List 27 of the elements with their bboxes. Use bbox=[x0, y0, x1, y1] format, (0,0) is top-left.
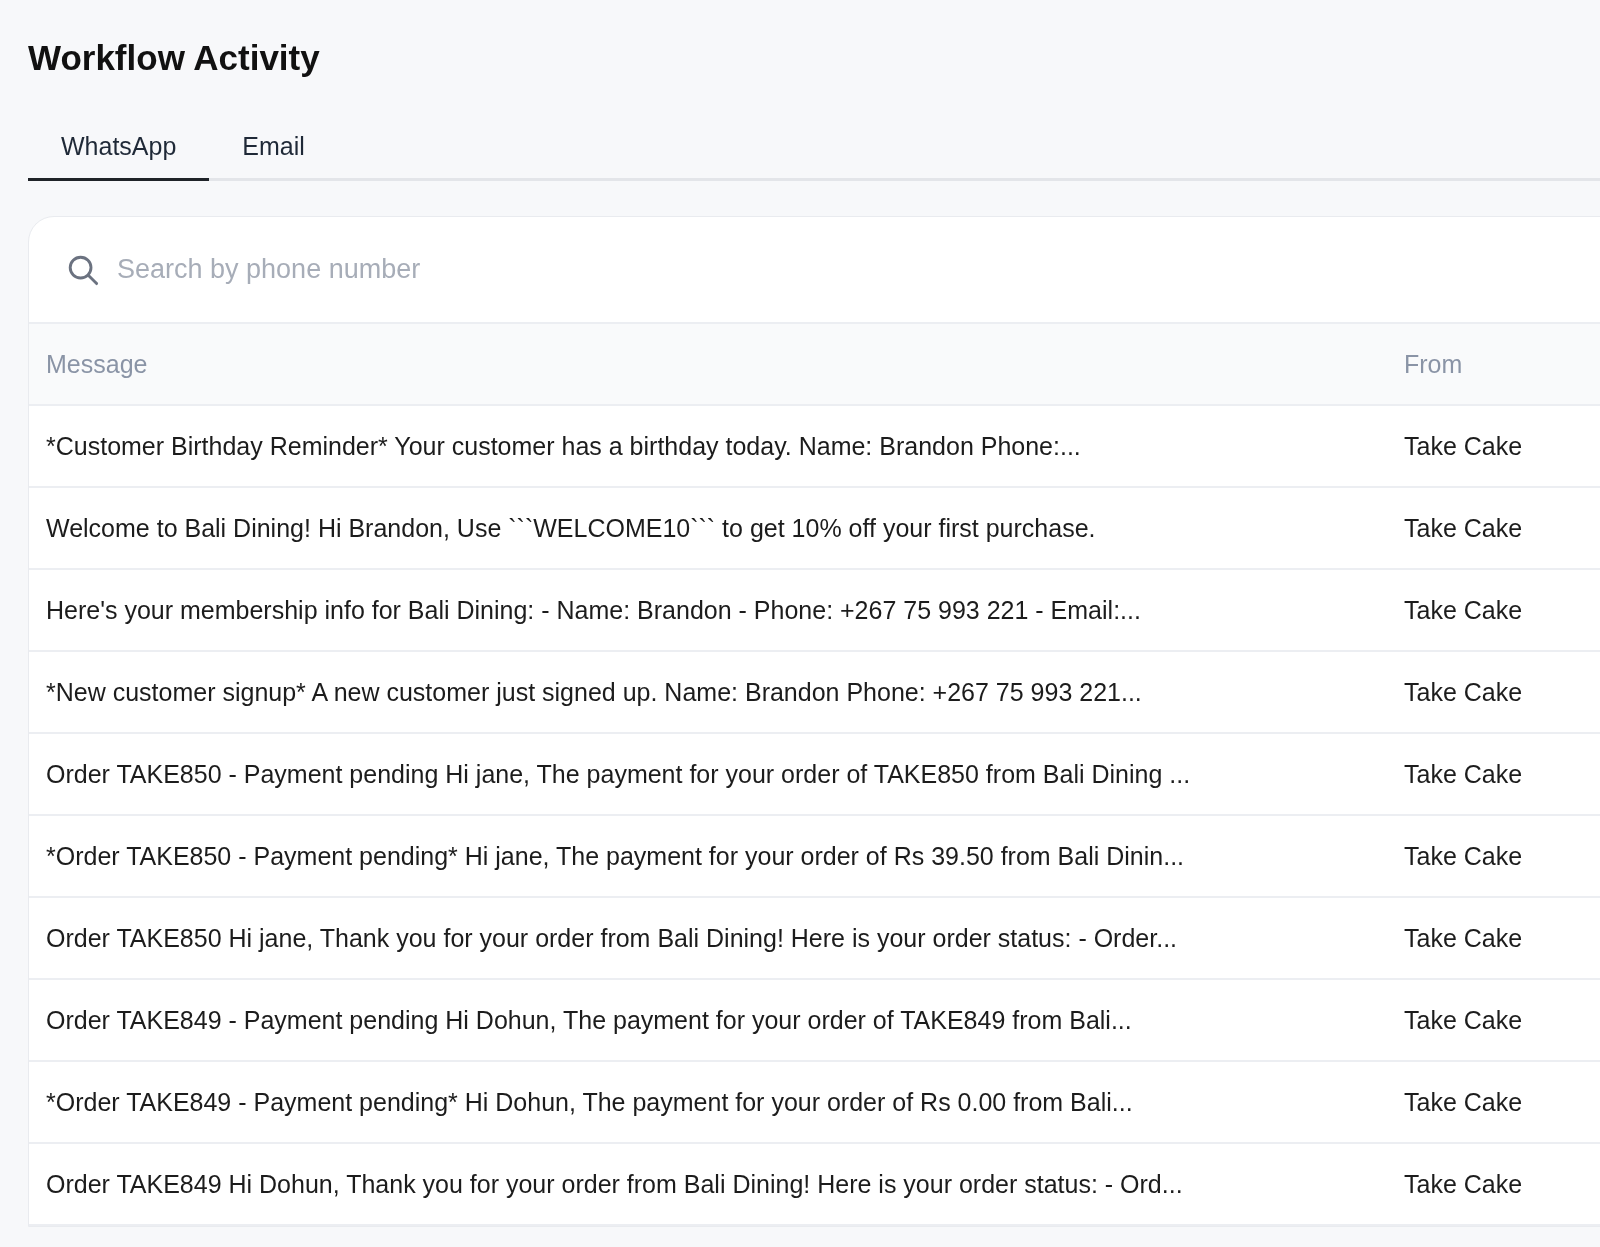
sender-cell: Take Cake bbox=[1404, 677, 1523, 707]
message-cell-text: *Customer Birthday Reminder* Your customer has a birthday today. Name: Brandon Phone:... bbox=[45, 431, 1082, 461]
message-cell-text: Order TAKE849 Hi Dohun, Thank you for your order from Bali Dining! Here is your order status: - Ord... bbox=[45, 1169, 1184, 1199]
sender-cell: Take Cake bbox=[1404, 1087, 1523, 1117]
message-cell-text: *New customer signup* A new customer just signed up. Name: Brandon Phone: +267 75 993 221... bbox=[45, 677, 1143, 707]
sender-cell: Take Cake bbox=[1404, 1005, 1523, 1035]
tab[interactable]: Email bbox=[209, 122, 338, 181]
sender-cell: Take Cake bbox=[1404, 431, 1523, 461]
search-field[interactable]: Search by phone number bbox=[67, 253, 767, 286]
sender-cell: Take Cake bbox=[1404, 923, 1523, 953]
tab[interactable]: WhatsApp bbox=[28, 122, 210, 181]
page-title: Workflow Activity bbox=[28, 37, 321, 79]
sender-cell: Take Cake bbox=[1404, 595, 1523, 625]
sender-cell: Take Cake bbox=[1404, 841, 1523, 871]
sender-cell: Take Cake bbox=[1404, 759, 1523, 789]
sender-cell: Take Cake bbox=[1404, 513, 1523, 543]
sender-cell: Take Cake bbox=[1404, 1169, 1523, 1199]
message-cell-text: *Order TAKE850 - Payment pending* Hi jane, The payment for your order of Rs 39.50 from Bali Dinin... bbox=[45, 841, 1186, 871]
message-cell-text: *Order TAKE849 - Payment pending* Hi Dohun, The payment for your order of Rs 0.00 from Bali... bbox=[45, 1087, 1134, 1117]
message-cell-text: Order TAKE850 Hi jane, Thank you for your order from Bali Dining! Here is your order status: - Order... bbox=[45, 923, 1179, 953]
message-cell-text: Here's your membership info for Bali Dining: - Name: Brandon - Phone: +267 75 993 221 - Email:... bbox=[45, 595, 1142, 625]
message-cell-text: Order TAKE850 - Payment pending Hi jane, The payment for your order of TAKE850 from Bali Dining ... bbox=[45, 759, 1192, 789]
column-header: From bbox=[1404, 349, 1463, 379]
message-cell-text: Welcome to Bali Dining! Hi Brandon, Use ```WELCOME10``` to get 10% off your first purchase. bbox=[45, 513, 1097, 543]
message-cell-text: Order TAKE849 - Payment pending Hi Dohun, The payment for your order of TAKE849 from Bali... bbox=[45, 1005, 1133, 1035]
search-icon bbox=[67, 253, 99, 286]
column-header: Message bbox=[45, 349, 149, 379]
